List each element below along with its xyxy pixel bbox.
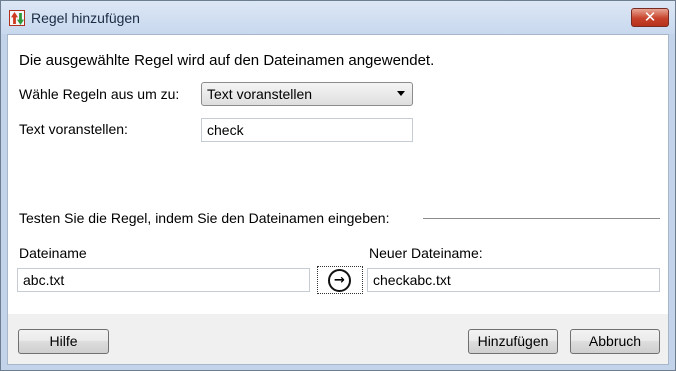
apply-rule-button[interactable]: → <box>317 266 363 294</box>
add-button[interactable]: Hinzufügen <box>468 329 558 354</box>
text-label: Text voranstellen: <box>19 121 128 137</box>
close-button[interactable]: ✕ <box>631 8 669 27</box>
help-button[interactable]: Hilfe <box>18 329 109 354</box>
filename-input[interactable]: abc.txt <box>17 268 310 292</box>
button-bar: Hilfe Hinzufügen Abbruch <box>8 314 668 364</box>
dialog-window: Regel hinzufügen ✕ Die ausgewählte Regel… <box>0 0 676 371</box>
dialog-content: Die ausgewählte Regel wird auf den Datei… <box>7 34 669 365</box>
prefix-text-value: check <box>207 122 244 138</box>
rule-dropdown[interactable]: Text voranstellen <box>201 82 413 106</box>
section-divider <box>423 218 660 219</box>
test-heading: Testen Sie die Regel, indem Sie den Date… <box>19 210 390 226</box>
close-icon: ✕ <box>643 8 657 26</box>
arrow-right-circle-icon: → <box>328 269 351 292</box>
chevron-down-icon <box>397 91 405 96</box>
rule-label: Wähle Regeln aus um zu: <box>19 86 180 102</box>
rename-rule-icon <box>9 10 25 26</box>
filename-value: abc.txt <box>23 272 65 288</box>
filename-label: Dateiname <box>19 245 87 261</box>
new-filename-label: Neuer Dateiname: <box>369 245 483 261</box>
rule-dropdown-value: Text voranstellen <box>207 86 313 102</box>
intro-text: Die ausgewählte Regel wird auf den Datei… <box>19 52 435 69</box>
new-filename-field[interactable]: checkabc.txt <box>367 268 660 292</box>
title-bar[interactable]: Regel hinzufügen ✕ <box>1 1 675 34</box>
window-title: Regel hinzufügen <box>31 10 140 26</box>
prefix-text-input[interactable]: check <box>201 118 413 142</box>
new-filename-value: checkabc.txt <box>373 272 451 288</box>
cancel-button[interactable]: Abbruch <box>570 329 660 354</box>
